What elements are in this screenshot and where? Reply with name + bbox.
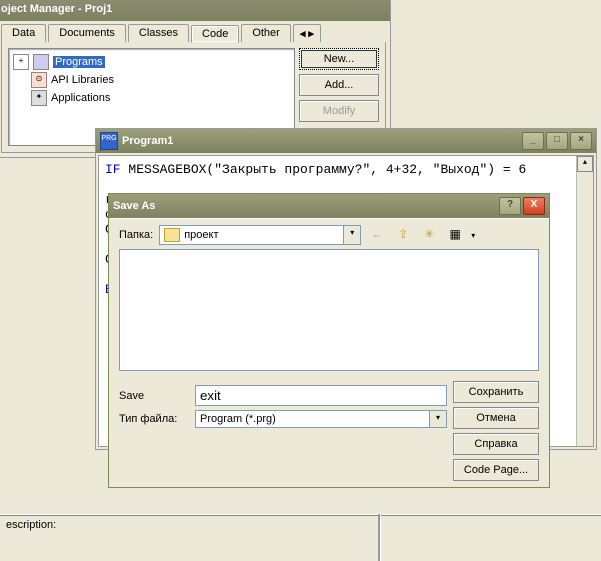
close-button[interactable]: × bbox=[570, 132, 592, 150]
tree-item-apps[interactable]: ✦ Applications bbox=[13, 89, 290, 107]
filetype-combo[interactable]: Program (*.prg) ▾ bbox=[195, 410, 447, 428]
combo-dropdown-icon[interactable]: ▾ bbox=[429, 411, 446, 427]
save-buttons: Сохранить Отмена Справка Code Page... bbox=[453, 381, 539, 481]
back-icon[interactable]: ← bbox=[367, 225, 387, 245]
tree-item-programs[interactable]: + Programs bbox=[13, 53, 290, 71]
code-keyword: IF bbox=[105, 162, 121, 177]
save-title: Save As bbox=[113, 200, 499, 212]
views-dropdown-icon[interactable]: ▾ bbox=[471, 231, 475, 240]
tree-label: API Libraries bbox=[51, 74, 114, 86]
folder-combo[interactable]: проект ▾ bbox=[159, 225, 361, 245]
filename-input[interactable] bbox=[195, 385, 447, 406]
editor-window-buttons: _ □ × bbox=[522, 132, 592, 150]
cancel-button[interactable]: Отмена bbox=[453, 407, 539, 429]
pm-titlebar[interactable]: oject Manager - Proj1 bbox=[0, 0, 390, 21]
save-button[interactable]: Сохранить bbox=[453, 381, 539, 403]
save-window-buttons: ? X bbox=[499, 197, 545, 215]
vscrollbar[interactable]: ▲ bbox=[576, 156, 593, 446]
pm-title: oject Manager - Proj1 bbox=[1, 3, 386, 15]
lookin-row: Папка: проект ▾ ← ⇪ ✳ ▦ ▾ bbox=[119, 225, 539, 245]
tab-scroll[interactable]: ◂ ▸ bbox=[293, 24, 321, 42]
help-button[interactable]: ? bbox=[499, 197, 521, 215]
description-label: escription: bbox=[6, 519, 56, 531]
modify-button[interactable]: Modify bbox=[299, 100, 379, 122]
tab-other[interactable]: Other bbox=[241, 24, 291, 42]
filename-row: Save bbox=[119, 385, 447, 406]
new-button[interactable]: New... bbox=[299, 48, 379, 70]
tab-documents[interactable]: Documents bbox=[48, 24, 126, 42]
tab-classes[interactable]: Classes bbox=[128, 24, 189, 42]
tree-label: Applications bbox=[51, 92, 110, 104]
tab-code[interactable]: Code bbox=[191, 25, 239, 43]
expand-icon[interactable]: + bbox=[13, 54, 29, 70]
api-icon: ⊙ bbox=[31, 72, 47, 88]
filename-label: Save bbox=[119, 390, 189, 402]
scroll-up-icon[interactable]: ▲ bbox=[577, 156, 593, 172]
tab-data[interactable]: Data bbox=[1, 24, 46, 42]
apps-icon: ✦ bbox=[31, 90, 47, 106]
filetype-row: Тип файла: Program (*.prg) ▾ bbox=[119, 410, 447, 428]
save-as-dialog: Save As ? X Папка: проект ▾ ← ⇪ ✳ ▦ ▾ Sav… bbox=[108, 193, 550, 488]
folder-name: проект bbox=[184, 229, 218, 241]
filetype-value: Program (*.prg) bbox=[200, 413, 276, 425]
add-button[interactable]: Add... bbox=[299, 74, 379, 96]
codepage-button[interactable]: Code Page... bbox=[453, 459, 539, 481]
up-folder-icon[interactable]: ⇪ bbox=[393, 225, 413, 245]
pm-tabs: Data Documents Classes Code Other ◂ ▸ bbox=[0, 21, 390, 42]
maximize-button[interactable]: □ bbox=[546, 132, 568, 150]
help-button[interactable]: Справка bbox=[453, 433, 539, 455]
code-text: MESSAGEBOX("Закрыть программу?", 4+32, "… bbox=[121, 162, 527, 177]
editor-titlebar[interactable]: PRG Program1 _ □ × bbox=[96, 129, 596, 153]
filetype-label: Тип файла: bbox=[119, 413, 189, 425]
combo-dropdown-icon[interactable]: ▾ bbox=[343, 226, 360, 244]
save-body: Папка: проект ▾ ← ⇪ ✳ ▦ ▾ Save Тип файла:… bbox=[109, 218, 549, 487]
programs-icon bbox=[33, 54, 49, 70]
new-folder-icon[interactable]: ✳ bbox=[419, 225, 439, 245]
tree-label: Programs bbox=[53, 56, 105, 68]
close-button[interactable]: X bbox=[523, 197, 545, 215]
views-icon[interactable]: ▦ bbox=[445, 225, 465, 245]
editor-icon: PRG bbox=[100, 132, 118, 150]
editor-title: Program1 bbox=[122, 135, 522, 147]
file-list[interactable] bbox=[119, 249, 539, 371]
splitter[interactable] bbox=[378, 514, 381, 561]
minimize-button[interactable]: _ bbox=[522, 132, 544, 150]
save-titlebar[interactable]: Save As ? X bbox=[109, 194, 549, 218]
status-area: escription: bbox=[0, 514, 601, 561]
tree-item-api[interactable]: ⊙ API Libraries bbox=[13, 71, 290, 89]
lookin-label: Папка: bbox=[119, 229, 153, 241]
folder-icon bbox=[164, 228, 180, 242]
